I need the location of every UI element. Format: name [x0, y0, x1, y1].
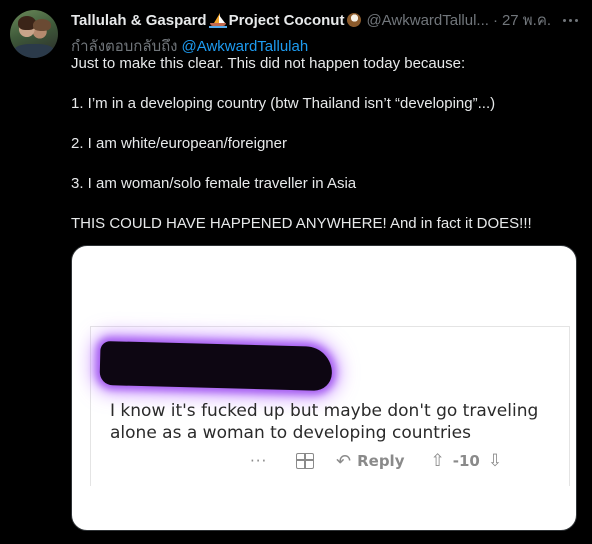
screenshot-comment: I know it's fucked up but maybe don't go…	[110, 400, 550, 444]
screenshot-reply: ↶ Reply	[336, 451, 404, 472]
redacted-username	[99, 340, 333, 392]
tweet-paragraph: 3. I am woman/solo female traveller in A…	[71, 175, 357, 192]
reply-label: Reply	[357, 452, 405, 470]
downvote-icon: ⇩	[487, 451, 503, 471]
tweet-header: Tallulah & Gaspard Project Coconut @Awkw…	[71, 10, 580, 30]
avatar[interactable]	[10, 10, 58, 58]
upvote-icon: ⇧	[430, 451, 445, 471]
vote-score: -10	[452, 452, 480, 470]
display-name-part2: Project Coconut	[228, 11, 345, 29]
comment-line: alone as a woman to developing countries	[110, 423, 471, 443]
separator: ·	[492, 11, 498, 29]
user-handle[interactable]: @AwkwardTallul...	[366, 12, 489, 29]
coconut-icon	[344, 10, 364, 30]
more-options-icon[interactable]	[560, 10, 580, 30]
reply-mention-link[interactable]: @AwkwardTallulah	[182, 38, 309, 55]
more-dots-icon: ···	[250, 452, 268, 470]
tweet-paragraph: 1. I’m in a developing country (btw Thai…	[71, 95, 496, 112]
avatar-shirt	[14, 44, 54, 58]
reply-arrow-icon: ↶	[336, 450, 352, 472]
display-name-part1: Tallulah & Gaspard	[71, 11, 207, 29]
gift-icon	[296, 453, 314, 469]
tweet-paragraph: Just to make this clear. This did not ha…	[71, 55, 466, 72]
comment-line: I know it's fucked up but maybe don't go…	[110, 401, 539, 421]
tweet-media-image[interactable]: I know it's fucked up but maybe don't go…	[71, 245, 577, 531]
display-name[interactable]: Tallulah & Gaspard Project Coconut	[71, 10, 364, 30]
avatar-person-2	[33, 19, 51, 31]
screenshot-actions: ··· ↶ Reply ⇧ -10 ⇩	[250, 449, 502, 473]
tweet-paragraph: THIS COULD HAVE HAPPENED ANYWHERE! And i…	[71, 215, 532, 232]
tweet-text: Just to make this clear. This did not ha…	[71, 54, 581, 234]
sailboat-icon	[208, 12, 227, 28]
replying-to-label: กำลังตอบกลับถึง	[71, 38, 178, 55]
timestamp[interactable]: 27 พ.ค.	[502, 8, 551, 32]
tweet-paragraph: 2. I am white/european/foreigner	[71, 135, 287, 152]
tweet[interactable]: Tallulah & Gaspard Project Coconut @Awkw…	[0, 0, 592, 544]
